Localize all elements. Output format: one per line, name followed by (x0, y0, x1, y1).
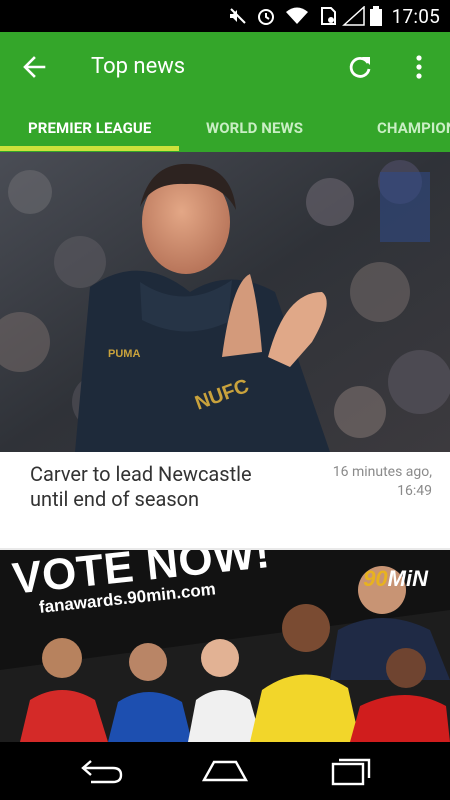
status-bar: 17:05 (0, 0, 450, 32)
app-bar: Top news (0, 32, 450, 102)
battery-icon (370, 6, 382, 26)
article-timestamp: 16 minutes ago, 16:49 (292, 463, 432, 501)
article-headline[interactable]: Carver to lead Newcastle until end of se… (30, 462, 290, 512)
tab-champions[interactable]: CHAMPIONS (377, 119, 450, 137)
ad-logo-text: MiN (387, 566, 428, 591)
alarm-icon (258, 9, 274, 25)
recents-icon[interactable] (327, 756, 377, 786)
article-card[interactable]: Carver to lead Newcastle until end of se… (0, 452, 450, 548)
back-icon[interactable] (75, 756, 125, 786)
sim-icon (321, 7, 336, 25)
article-time-ago: 16 minutes ago, (332, 464, 432, 480)
navigation-bar (0, 742, 450, 800)
ad-logo: 90MiN (363, 566, 428, 592)
home-icon[interactable] (200, 756, 250, 786)
tab-world-news[interactable]: WORLD NEWS (206, 119, 303, 137)
wifi-icon (286, 7, 308, 24)
ad-banner[interactable]: VOTE NOW! fanawards.90min.com 90MiN (0, 550, 450, 742)
svg-text:PUMA: PUMA (108, 348, 140, 360)
mute-icon (230, 8, 246, 24)
page-title: Top news (91, 54, 186, 79)
tab-bar: PREMIER LEAGUE WORLD NEWS CHAMPIONS (0, 102, 450, 152)
arrow-left-icon[interactable] (22, 54, 48, 80)
manager-clapping-photo: NUFC PUMA (0, 152, 450, 452)
signal-icon (342, 6, 365, 26)
ad-logo-number: 90 (363, 566, 388, 591)
tab-premier-league[interactable]: PREMIER LEAGUE (28, 119, 151, 137)
refresh-icon[interactable] (347, 54, 373, 80)
clock: 17:05 (391, 5, 440, 28)
article-time: 16:49 (397, 483, 432, 499)
article-image[interactable]: NUFC PUMA (0, 152, 450, 452)
more-vertical-icon[interactable] (406, 54, 432, 80)
tab-indicator (0, 146, 179, 151)
